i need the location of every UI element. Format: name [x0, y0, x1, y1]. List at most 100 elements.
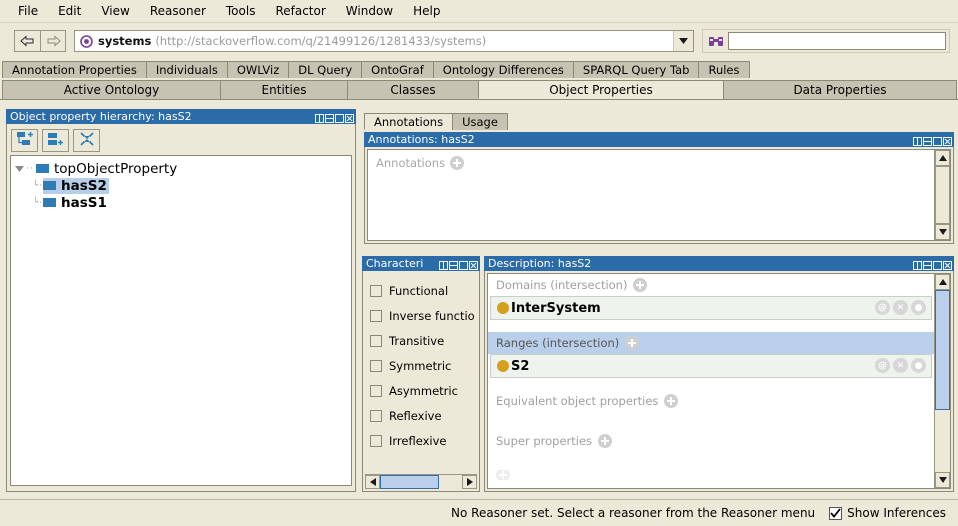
split-icon[interactable]: [439, 259, 448, 270]
entity-row-intersystem[interactable]: InterSystem @ ✕ ●: [490, 296, 932, 320]
checkbox-row-inverse-functional[interactable]: Inverse functio: [370, 303, 477, 328]
tab-classes[interactable]: Classes: [347, 80, 479, 99]
add-sub-property-button[interactable]: [11, 129, 38, 152]
tab-active-ontology[interactable]: Active Ontology: [2, 80, 221, 99]
maximize-icon[interactable]: [335, 112, 344, 123]
tab-individuals[interactable]: Individuals: [145, 61, 228, 78]
scroll-track[interactable]: [380, 475, 462, 489]
split-icon[interactable]: [315, 112, 324, 123]
scroll-up-icon[interactable]: [935, 150, 950, 166]
menu-item-reasoner[interactable]: Reasoner: [140, 2, 216, 20]
edit-icon[interactable]: ●: [911, 300, 926, 315]
search-input[interactable]: [728, 32, 946, 50]
checkbox-row-irreflexive[interactable]: Irreflexive: [370, 428, 477, 453]
back-button[interactable]: [14, 30, 40, 52]
checkbox-transitive[interactable]: [370, 334, 382, 347]
close-icon[interactable]: [943, 259, 952, 270]
scroll-right-icon[interactable]: [462, 475, 477, 489]
close-icon[interactable]: [469, 259, 478, 270]
checkbox-row-transitive[interactable]: Transitive: [370, 328, 477, 353]
annotate-icon[interactable]: @: [875, 358, 890, 373]
menu-item-tools[interactable]: Tools: [216, 2, 266, 20]
tab-ontograf[interactable]: OntoGraf: [361, 61, 434, 78]
scroll-left-icon[interactable]: [365, 475, 380, 489]
tab-entities[interactable]: Entities: [220, 80, 348, 99]
menu-item-window[interactable]: Window: [336, 2, 403, 20]
annotations-list[interactable]: Annotations: [367, 149, 951, 241]
section-header-ranges[interactable]: Ranges (intersection): [488, 332, 934, 354]
tab-usage[interactable]: Usage: [452, 113, 508, 130]
add-equivalent-property-button[interactable]: [664, 394, 679, 408]
add-annotation-button[interactable]: [450, 156, 465, 170]
checkbox-inverse-functional[interactable]: [370, 309, 382, 322]
scroll-track[interactable]: [935, 166, 950, 224]
expand-triangle-icon[interactable]: [13, 165, 26, 173]
menu-item-view[interactable]: View: [91, 2, 139, 20]
add-sibling-property-button[interactable]: [42, 129, 69, 152]
annotations-vertical-scrollbar[interactable]: [934, 150, 950, 240]
checkbox-symmetric[interactable]: [370, 359, 382, 372]
checkbox-row-functional[interactable]: Functional: [370, 278, 477, 303]
split-icon[interactable]: [913, 259, 922, 270]
scroll-down-icon[interactable]: [935, 472, 950, 488]
split-icon[interactable]: [913, 135, 922, 146]
checkbox-row-reflexive[interactable]: Reflexive: [370, 403, 477, 428]
delete-property-button[interactable]: [73, 129, 100, 152]
minimize-icon[interactable]: [923, 259, 932, 270]
edit-icon[interactable]: ●: [911, 358, 926, 373]
checkbox-row-asymmetric[interactable]: Asymmetric: [370, 378, 477, 403]
checkbox-reflexive[interactable]: [370, 409, 382, 422]
add-domain-button[interactable]: [633, 278, 648, 292]
tab-rules[interactable]: Rules: [698, 61, 750, 78]
menu-item-help[interactable]: Help: [403, 2, 450, 20]
description-vertical-scrollbar[interactable]: [934, 274, 950, 488]
ontology-selector[interactable]: systems (http://stackoverflow.com/q/2149…: [74, 30, 694, 52]
minimize-icon[interactable]: [923, 135, 932, 146]
remove-icon[interactable]: ✕: [893, 300, 908, 315]
tab-data-properties[interactable]: Data Properties: [723, 80, 957, 99]
minimize-icon[interactable]: [325, 112, 334, 123]
maximize-icon[interactable]: [933, 135, 942, 146]
maximize-icon[interactable]: [933, 259, 942, 270]
scroll-thumb[interactable]: [935, 166, 950, 224]
characteristics-horizontal-scrollbar[interactable]: [365, 474, 477, 489]
menu-item-file[interactable]: File: [8, 2, 48, 20]
scroll-down-icon[interactable]: [935, 224, 950, 240]
tree-node-hass2[interactable]: └· hasS2: [13, 177, 349, 194]
forward-button[interactable]: [40, 30, 66, 52]
close-icon[interactable]: [345, 112, 354, 123]
scroll-thumb[interactable]: [380, 475, 440, 489]
tree-node-hass1[interactable]: └· hasS1: [13, 194, 349, 211]
add-button-clipped[interactable]: [496, 470, 510, 480]
minimize-icon[interactable]: [449, 259, 458, 270]
menu-item-refactor[interactable]: Refactor: [265, 2, 335, 20]
checkbox-functional[interactable]: [370, 284, 382, 297]
tab-dl-query[interactable]: DL Query: [288, 61, 363, 78]
checkbox-row-symmetric[interactable]: Symmetric: [370, 353, 477, 378]
show-inferences-toggle[interactable]: Show Inferences: [829, 506, 946, 520]
add-range-button[interactable]: [625, 336, 640, 350]
remove-icon[interactable]: ✕: [893, 358, 908, 373]
annotate-icon[interactable]: @: [875, 300, 890, 315]
tab-sparql-query[interactable]: SPARQL Query Tab: [572, 61, 700, 78]
chevron-down-icon[interactable]: [673, 31, 693, 51]
close-icon[interactable]: [943, 135, 952, 146]
tab-annotation-properties[interactable]: Annotation Properties: [2, 61, 147, 78]
show-inferences-checkbox[interactable]: [829, 506, 843, 520]
tab-object-properties[interactable]: Object Properties: [478, 80, 724, 99]
object-property-tree[interactable]: ·· topObjectProperty └· hasS2 └· hasS1: [10, 155, 352, 486]
checkbox-irreflexive[interactable]: [370, 434, 382, 447]
add-super-property-button[interactable]: [598, 434, 613, 448]
menu-item-edit[interactable]: Edit: [48, 2, 91, 20]
maximize-icon[interactable]: [459, 259, 468, 270]
tree-node-topobjectproperty[interactable]: ·· topObjectProperty: [13, 160, 349, 177]
scroll-track[interactable]: [935, 290, 950, 472]
checkbox-asymmetric[interactable]: [370, 384, 382, 397]
tab-owlviz[interactable]: OWLViz: [226, 61, 290, 78]
tab-annotations[interactable]: Annotations: [364, 113, 454, 130]
tab-ontology-differences[interactable]: Ontology Differences: [432, 61, 574, 78]
scroll-up-icon[interactable]: [935, 274, 950, 290]
entity-row-s2[interactable]: S2 @ ✕ ●: [490, 354, 932, 378]
scroll-thumb[interactable]: [935, 290, 950, 411]
